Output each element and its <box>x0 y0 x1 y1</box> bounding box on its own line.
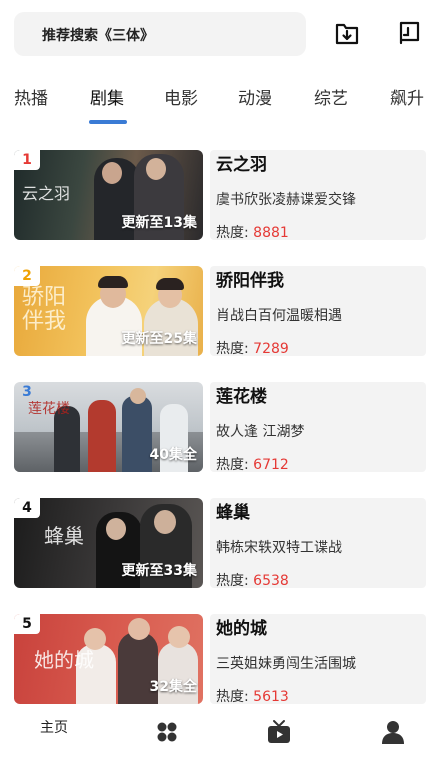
item-info: 云之羽 虞书欣张凌赫谍爱交锋 热度: 8881 <box>210 150 426 242</box>
poster-title: 她的城 <box>34 648 94 672</box>
heat-label: 热度: <box>216 225 254 241</box>
tab-series[interactable]: 剧集 <box>90 84 124 109</box>
poster-thumbnail[interactable]: 4 蜂巢 更新至33集 <box>14 498 203 588</box>
poster-thumbnail[interactable]: 2 骄阳伴我 更新至25集 <box>14 266 203 356</box>
heat-value: 6712 <box>253 457 289 473</box>
show-description: 三英姐妹勇闯生活围城 <box>216 656 356 672</box>
rank-badge: 2 <box>14 266 40 286</box>
nav-home[interactable]: 主页 <box>40 717 68 737</box>
list-item[interactable]: 1 云之羽 更新至13集 云之羽 虞书欣张凌赫谍爱交锋 热度: 8881 <box>14 150 426 242</box>
category-tabs: 热播 剧集 电影 动漫 综艺 飙升 <box>0 78 440 126</box>
item-info: 蜂巢 韩栋宋轶双特工谍战 热度: 6538 <box>210 498 426 590</box>
search-placeholder: 推荐搜索《三体》 <box>42 28 154 44</box>
tab-movies[interactable]: 电影 <box>164 84 198 109</box>
nav-home-label: 主页 <box>40 720 68 736</box>
poster-title: 云之羽 <box>22 184 71 203</box>
list-item[interactable]: 5 她的城 32集全 她的城 三英姐妹勇闯生活围城 热度: 5613 <box>14 614 426 706</box>
heat-score: 热度: 6538 <box>216 570 289 590</box>
heat-score: 热度: 7289 <box>216 338 289 358</box>
search-box[interactable]: 推荐搜索《三体》 <box>14 12 306 56</box>
user-icon[interactable] <box>380 719 406 745</box>
heat-score: 热度: 5613 <box>216 686 289 706</box>
episode-progress: 更新至13集 <box>121 215 197 231</box>
rank-badge: 5 <box>14 614 40 634</box>
rank-badge: 1 <box>14 150 40 170</box>
history-icon[interactable] <box>395 20 421 46</box>
tab-rising[interactable]: 飙升 <box>390 84 424 109</box>
show-title[interactable]: 她的城 <box>216 614 267 639</box>
list-item[interactable]: 3 莲花楼 40集全 莲花楼 故人逢 江湖梦 热度: 6712 <box>14 382 426 474</box>
poster-thumbnail[interactable]: 1 云之羽 更新至13集 <box>14 150 203 240</box>
heat-value: 8881 <box>253 225 289 241</box>
heat-score: 热度: 6712 <box>216 454 289 474</box>
active-tab-indicator <box>89 120 127 124</box>
list-item[interactable]: 2 骄阳伴我 更新至25集 骄阳伴我 肖战白百何温暖相遇 热度: 7289 <box>14 266 426 358</box>
item-info: 莲花楼 故人逢 江湖梦 热度: 6712 <box>210 382 426 474</box>
show-description: 虞书欣张凌赫谍爱交锋 <box>216 192 356 208</box>
grid-icon[interactable] <box>156 721 178 743</box>
poster-title: 蜂巢 <box>44 524 84 548</box>
show-description: 韩栋宋轶双特工谍战 <box>216 540 342 556</box>
download-icon[interactable] <box>334 20 360 46</box>
show-title[interactable]: 骄阳伴我 <box>216 266 284 291</box>
heat-label: 热度: <box>216 457 254 473</box>
heat-label: 热度: <box>216 689 254 705</box>
heat-score: 热度: 8881 <box>216 222 289 242</box>
episode-progress: 更新至33集 <box>121 563 197 579</box>
episode-progress: 40集全 <box>149 447 197 463</box>
show-title[interactable]: 蜂巢 <box>216 498 250 523</box>
poster-title: 莲花楼 <box>28 401 70 417</box>
show-description: 肖战白百何温暖相遇 <box>216 308 342 324</box>
rank-badge: 4 <box>14 498 40 518</box>
item-info: 骄阳伴我 肖战白百何温暖相遇 热度: 7289 <box>210 266 426 358</box>
poster-title: 骄阳伴我 <box>22 285 67 334</box>
item-info: 她的城 三英姐妹勇闯生活围城 热度: 5613 <box>210 614 426 706</box>
tab-anime[interactable]: 动漫 <box>238 84 272 109</box>
heat-value: 7289 <box>253 341 289 357</box>
heat-label: 热度: <box>216 341 254 357</box>
show-title[interactable]: 云之羽 <box>216 150 267 175</box>
list-item[interactable]: 4 蜂巢 更新至33集 蜂巢 韩栋宋轶双特工谍战 热度: 6538 <box>14 498 426 590</box>
show-title[interactable]: 莲花楼 <box>216 382 267 407</box>
tab-variety[interactable]: 综艺 <box>314 84 348 109</box>
tab-hot[interactable]: 热播 <box>14 84 48 109</box>
heat-value: 6538 <box>253 573 289 589</box>
episode-progress: 更新至25集 <box>121 331 197 347</box>
top-bar: 推荐搜索《三体》 <box>0 0 440 70</box>
episode-progress: 32集全 <box>149 679 197 695</box>
tv-icon[interactable] <box>266 719 292 745</box>
heat-label: 热度: <box>216 573 254 589</box>
heat-value: 5613 <box>253 689 289 705</box>
show-description: 故人逢 江湖梦 <box>216 424 305 440</box>
bottom-navigation: 主页 <box>0 705 440 770</box>
poster-thumbnail[interactable]: 3 莲花楼 40集全 <box>14 382 203 472</box>
poster-thumbnail[interactable]: 5 她的城 32集全 <box>14 614 203 704</box>
